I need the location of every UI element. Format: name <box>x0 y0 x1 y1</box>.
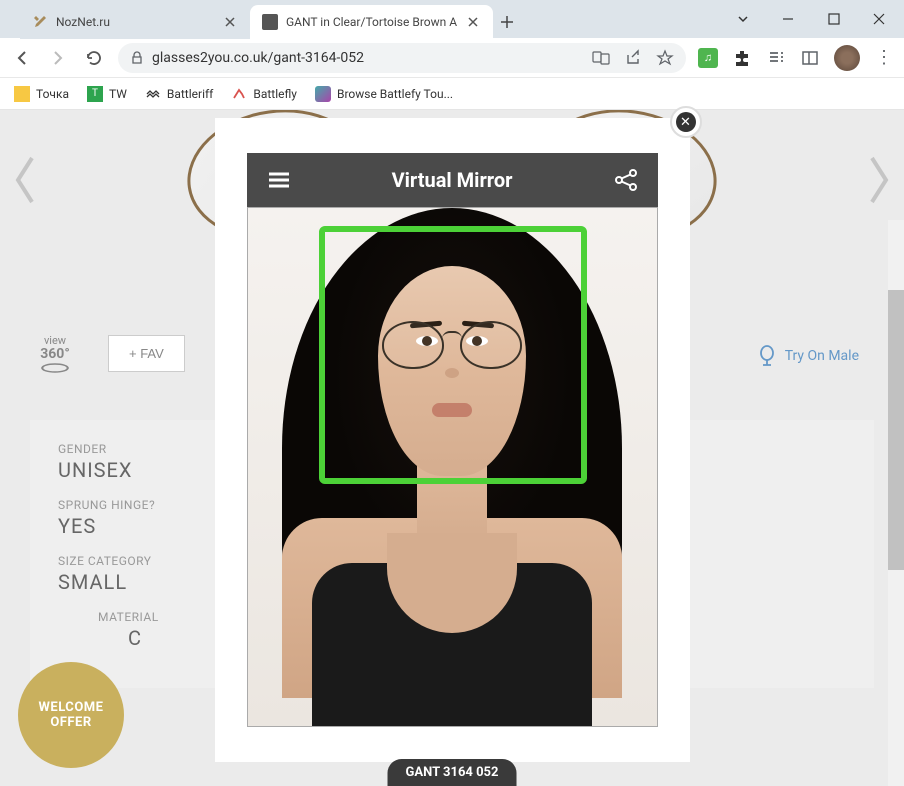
bookmark-label: Точка <box>36 87 69 101</box>
chrome-menu-button[interactable]: ⋮ <box>874 48 894 68</box>
music-extension-icon[interactable]: ♫ <box>698 48 718 68</box>
bookmark-icon: T <box>87 86 103 102</box>
browser-tab[interactable]: NozNet.ru <box>20 5 250 39</box>
share-icon[interactable] <box>624 49 642 67</box>
share-icon[interactable] <box>612 166 640 194</box>
forward-button[interactable] <box>46 46 70 70</box>
tab-title: GANT in Clear/Tortoise Brown A <box>286 15 457 29</box>
address-bar[interactable]: glasses2you.co.uk/gant-3164-052 <box>118 43 686 73</box>
bookmark-label: Browse Battlefy Tou... <box>337 87 453 101</box>
virtual-mirror-modal: ✕ Virtual Mirror <box>215 118 690 762</box>
tab-dropdown-button[interactable] <box>720 0 766 38</box>
modal-header: Virtual Mirror <box>247 153 658 207</box>
close-tab-button[interactable] <box>222 14 238 30</box>
modal-overlay: ✕ Virtual Mirror <box>0 110 904 786</box>
reload-button[interactable] <box>82 46 106 70</box>
minimize-button[interactable] <box>766 0 812 38</box>
back-button[interactable] <box>10 46 34 70</box>
menu-icon[interactable] <box>265 166 293 194</box>
bookmark-label: Battlefly <box>253 87 297 101</box>
bookmark-icon <box>315 86 331 102</box>
virtual-mirror-preview[interactable] <box>247 207 658 727</box>
site-icon <box>262 14 278 30</box>
bookmark-icon <box>145 86 161 102</box>
lock-icon <box>130 51 144 65</box>
product-name-pill[interactable]: GANT 3164 052 <box>388 759 517 786</box>
browser-tab[interactable]: GANT in Clear/Tortoise Brown A <box>250 5 493 39</box>
close-icon: ✕ <box>676 112 696 132</box>
maximize-button[interactable] <box>811 0 857 38</box>
star-icon[interactable] <box>656 49 674 67</box>
bookmark-icon <box>14 86 30 102</box>
profile-avatar[interactable] <box>834 45 860 71</box>
reading-list-icon[interactable] <box>766 48 786 68</box>
bookmark-label: Battleriff <box>167 87 213 101</box>
face-detection-guide <box>319 226 587 484</box>
modal-title: Virtual Mirror <box>392 168 513 192</box>
tab-title: NozNet.ru <box>56 15 110 29</box>
translate-icon[interactable] <box>592 49 610 67</box>
close-tab-button[interactable] <box>465 14 481 30</box>
bookmark-item[interactable]: Browse Battlefy Tou... <box>315 86 453 102</box>
close-window-button[interactable] <box>857 0 903 38</box>
url-text: glasses2you.co.uk/gant-3164-052 <box>152 50 364 66</box>
bookmark-item[interactable]: Battleriff <box>145 86 213 102</box>
bookmark-label: TW <box>109 87 127 101</box>
bookmark-item[interactable]: Battlefly <box>231 86 297 102</box>
modal-close-button[interactable]: ✕ <box>670 106 702 138</box>
new-tab-button[interactable] <box>493 8 521 36</box>
bookmark-item[interactable]: T TW <box>87 86 127 102</box>
tools-icon <box>32 14 48 30</box>
bookmark-item[interactable]: Точка <box>14 86 69 102</box>
extensions-icon[interactable] <box>732 48 752 68</box>
sidebar-icon[interactable] <box>800 48 820 68</box>
bookmark-icon <box>231 86 247 102</box>
